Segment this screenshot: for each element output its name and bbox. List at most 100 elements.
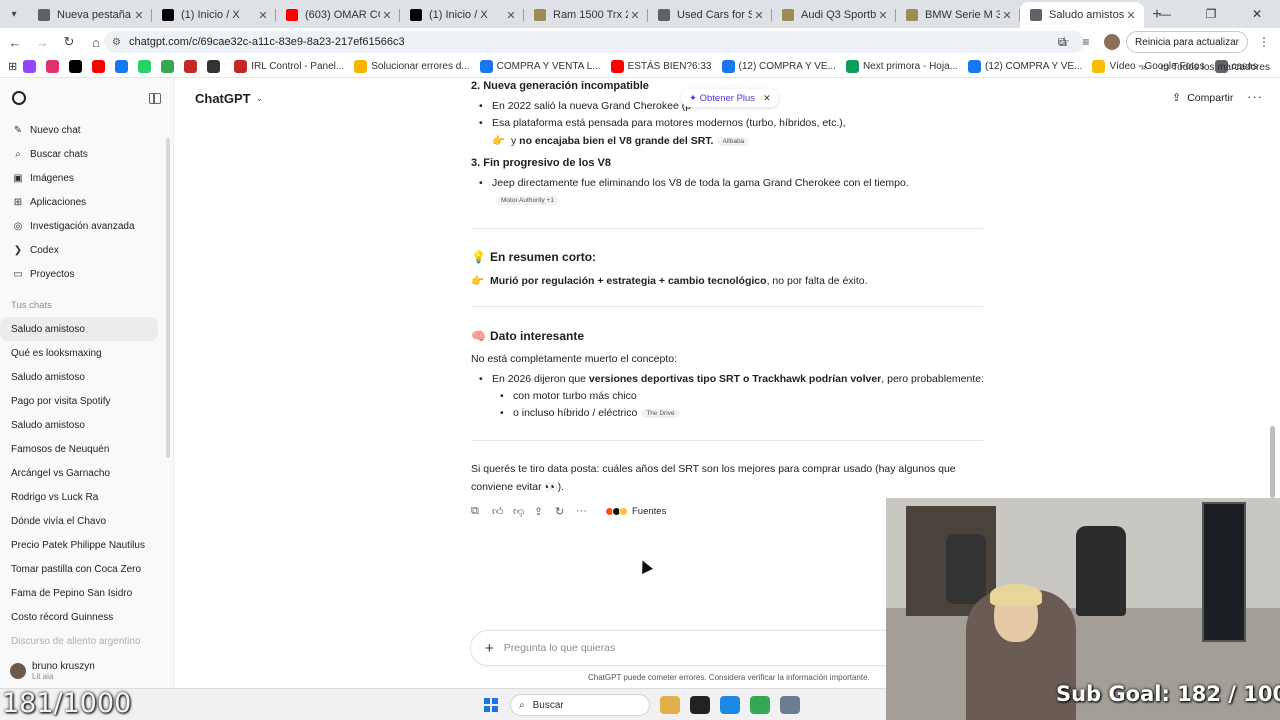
bookmark-item[interactable]: Next primora - Hoja...: [845, 60, 958, 73]
bookmark-item[interactable]: [184, 60, 201, 73]
browser-tab[interactable]: (1) Inicio / X ✕: [152, 2, 276, 28]
chrome-icon[interactable]: [750, 696, 770, 714]
user-menu[interactable]: bruno kruszyn Lit aia: [0, 654, 173, 688]
extensions-icon[interactable]: ⧉: [1050, 35, 1074, 50]
model-selector[interactable]: ChatGPT ⌄: [195, 91, 263, 106]
chat-history-item[interactable]: Costo récord Guinness: [0, 605, 158, 629]
tab-close-icon[interactable]: ✕: [1124, 9, 1138, 22]
bookmark-item[interactable]: COMPRA Y VENTA L...: [479, 60, 601, 73]
tab-close-icon[interactable]: ✕: [876, 9, 890, 22]
all-bookmarks[interactable]: ▭ Todos los marcadores: [1160, 62, 1270, 73]
update-button[interactable]: Reinicia para actualizar: [1126, 31, 1248, 53]
browser-tab[interactable]: Saludo amistoso ✕: [1020, 2, 1144, 28]
bookmark-item[interactable]: [161, 60, 178, 73]
sources-favicons[interactable]: [605, 506, 628, 516]
chat-history-item[interactable]: Saludo amistoso: [0, 317, 158, 341]
sidebar-nav-item[interactable]: ◎ Investigación avanzada: [0, 214, 173, 238]
file-explorer-icon[interactable]: [660, 696, 680, 714]
browser-tab[interactable]: Ram 1500 Trx 2024 |✕: [524, 2, 648, 28]
bookmark-item[interactable]: [46, 60, 63, 73]
chat-history-item[interactable]: Qué es looksmaxing: [0, 341, 158, 365]
browser-tab[interactable]: BMW Serie M 3.0 M2✕: [896, 2, 1020, 28]
share-message-icon[interactable]: ⇪: [534, 505, 555, 518]
reload-icon[interactable]: ↻: [57, 30, 81, 54]
close-pill-icon[interactable]: ✕: [763, 93, 771, 104]
sidebar-nav-item[interactable]: ▭ Proyectos: [0, 262, 173, 286]
thumbs-down-icon[interactable]: 👎︎: [513, 505, 534, 518]
source-chip[interactable]: Allbaba: [717, 136, 750, 146]
restore-icon[interactable]: ❐: [1188, 0, 1234, 28]
chat-history-item[interactable]: Saludo amistoso: [0, 365, 158, 389]
sidebar-nav-item[interactable]: ⊞ Aplicaciones: [0, 190, 173, 214]
sources-button[interactable]: Fuentes: [632, 506, 666, 517]
main-scrollbar[interactable]: [1270, 426, 1275, 498]
bookmark-item[interactable]: [138, 60, 155, 73]
chat-history-item[interactable]: Dónde vivía el Chavo: [0, 509, 158, 533]
attach-plus-icon[interactable]: +: [485, 640, 494, 657]
site-info-icon[interactable]: ⚙: [112, 37, 121, 48]
tab-close-icon[interactable]: ✕: [628, 9, 642, 22]
source-chip[interactable]: The Drive: [641, 408, 680, 418]
back-icon[interactable]: ←: [3, 30, 27, 54]
thumbs-up-icon[interactable]: 👍︎: [492, 505, 513, 518]
sidebar-toggle-icon[interactable]: [149, 92, 161, 104]
openai-logo-icon[interactable]: [12, 91, 26, 105]
chat-history-item[interactable]: Rodrigo vs Luck Ra: [0, 485, 158, 509]
tab-close-icon[interactable]: ✕: [504, 9, 518, 22]
minimize-icon[interactable]: —: [1142, 0, 1188, 28]
regenerate-icon[interactable]: ↻: [555, 505, 576, 518]
share-button[interactable]: ⇪ Compartir: [1172, 91, 1233, 105]
chat-history-item[interactable]: Arcángel vs Garnacho: [0, 461, 158, 485]
close-window-icon[interactable]: ✕: [1234, 0, 1280, 28]
bookmark-item[interactable]: ESTÁS BIEN?6:33: [610, 60, 712, 73]
media-icon[interactable]: ≡: [1074, 35, 1098, 49]
copy-icon[interactable]: ⧉: [471, 505, 492, 518]
source-chip[interactable]: Motor Authority +1: [496, 196, 559, 205]
bookmark-item[interactable]: [207, 60, 224, 73]
chat-history-item[interactable]: Precio Patek Philippe Nautilus: [0, 533, 158, 557]
address-bar[interactable]: ⚙ chatgpt.com/c/69cae32c-a11c-83e9-8a23-…: [104, 31, 1084, 53]
more-bookmarks-icon[interactable]: »: [1141, 62, 1147, 73]
prompt-input[interactable]: Pregunta lo que quieras: [504, 642, 616, 654]
taskbar-search[interactable]: ⌕ Buscar: [510, 694, 650, 716]
tab-search-icon[interactable]: ▾: [0, 0, 28, 28]
tab-close-icon[interactable]: ✕: [752, 9, 766, 22]
more-actions-icon[interactable]: ···: [576, 505, 597, 517]
tab-close-icon[interactable]: ✕: [380, 9, 394, 22]
forward-icon[interactable]: →: [30, 30, 54, 54]
browser-tab[interactable]: Nueva pestaña ✕: [28, 2, 152, 28]
get-plus-pill[interactable]: ✦ Obtener Plus ✕: [681, 89, 779, 107]
sidebar-nav-item[interactable]: ✎ Nuevo chat: [0, 118, 173, 142]
chat-history-item[interactable]: Fama de Pepino San Isidro: [0, 581, 158, 605]
bookmark-item[interactable]: (12) COMPRA Y VE...: [721, 60, 836, 73]
sidebar-nav-item[interactable]: ▣ Imágenes: [0, 166, 173, 190]
chat-history-item[interactable]: Famosos de Neuquén: [0, 437, 158, 461]
bookmark-item[interactable]: [115, 60, 132, 73]
tab-close-icon[interactable]: ✕: [132, 9, 146, 22]
sidebar-scrollbar[interactable]: [166, 138, 170, 458]
tab-close-icon[interactable]: ✕: [1000, 9, 1014, 22]
profile-avatar[interactable]: [1104, 34, 1121, 50]
sidebar-nav-item[interactable]: ❯ Codex: [0, 238, 173, 262]
more-options-icon[interactable]: ···: [1247, 89, 1263, 104]
browser-tab[interactable]: Audi Q3 Sportback 1✕: [772, 2, 896, 28]
windows-start-icon[interactable]: [484, 698, 498, 712]
bookmark-item[interactable]: [92, 60, 109, 73]
calculator-icon[interactable]: [780, 696, 800, 714]
browser-tab[interactable]: (603) OMAR COU✕: [276, 2, 400, 28]
sidebar-nav-item[interactable]: ⌕ Buscar chats: [0, 142, 173, 166]
apps-grid-icon[interactable]: ⊞: [8, 60, 17, 73]
browser-tab[interactable]: (1) Inicio / X ✕: [400, 2, 524, 28]
obs-icon[interactable]: [690, 696, 710, 714]
bookmark-item[interactable]: IRL Control - Panel...: [234, 60, 344, 73]
chat-history-item[interactable]: Tomar pastilla con Coca Zero: [0, 557, 158, 581]
tab-close-icon[interactable]: ✕: [256, 9, 270, 22]
browser-tab[interactable]: Used Cars for Sale in✕: [648, 2, 772, 28]
bookmark-item[interactable]: Solucionar errores d...: [354, 60, 470, 73]
edge-icon[interactable]: [720, 696, 740, 714]
bookmark-item[interactable]: (12) COMPRA Y VE...: [967, 60, 1082, 73]
chat-history-item[interactable]: Discurso de aliento argentino: [0, 629, 158, 653]
bookmark-item[interactable]: [69, 60, 86, 73]
chat-history-item[interactable]: Pago por visita Spotify: [0, 389, 158, 413]
bookmark-item[interactable]: [23, 60, 40, 73]
